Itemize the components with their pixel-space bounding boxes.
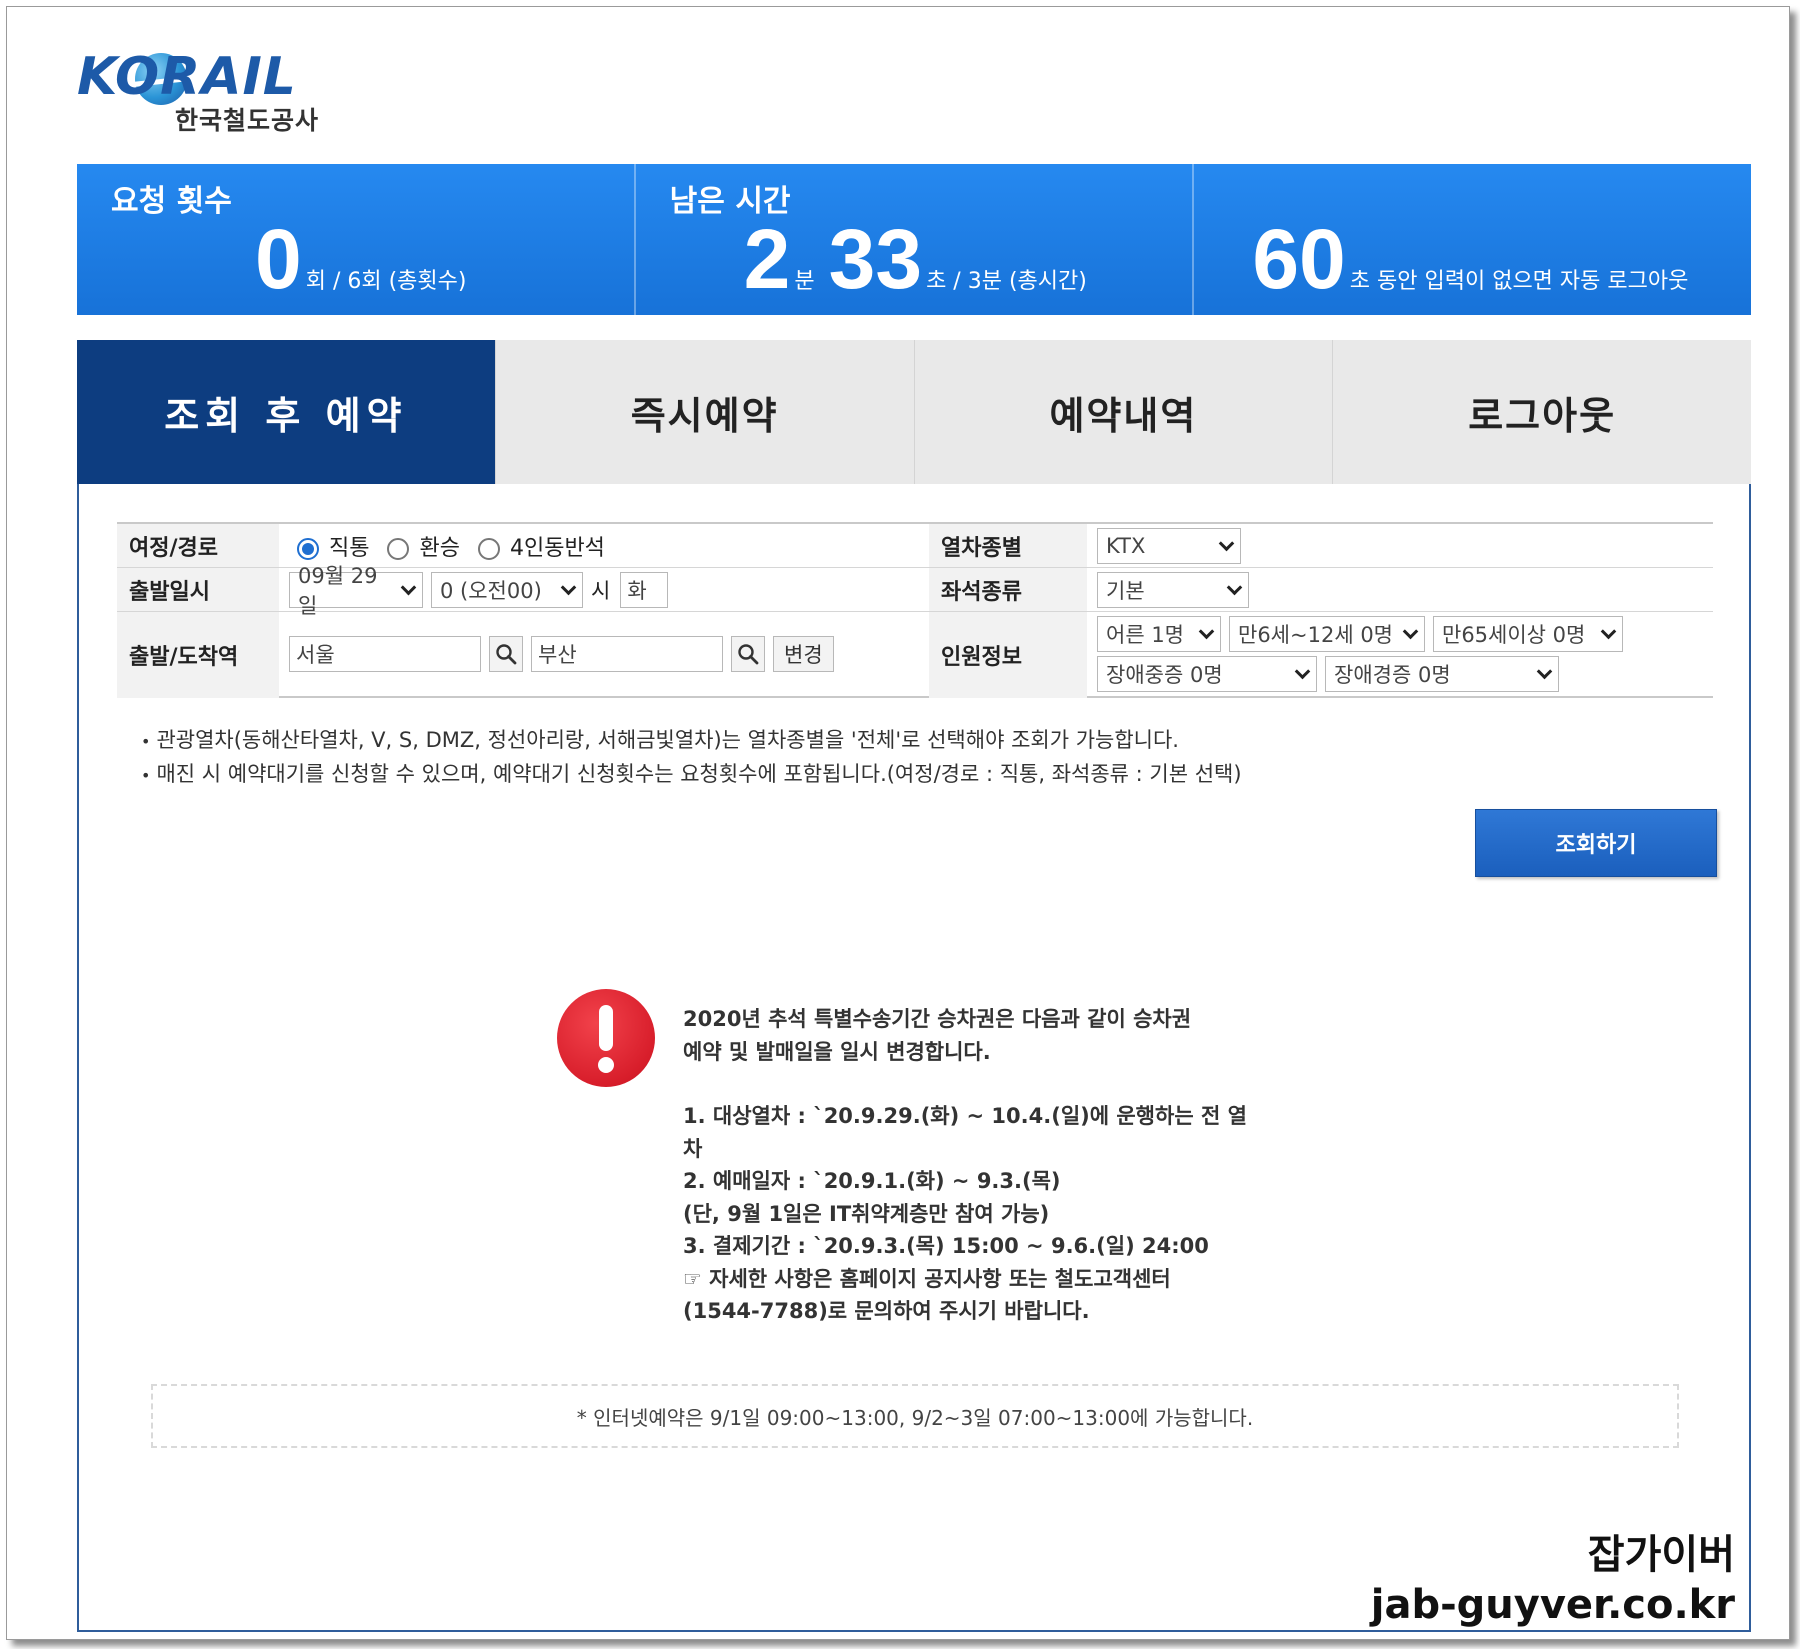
chevron-down-icon: [1294, 663, 1311, 679]
departure-station-input[interactable]: 서울: [289, 636, 481, 672]
page-frame: KORAIL 한국철도공사 요청 횟수 0 회 / 6회 (총횟수) 남은 시간…: [6, 6, 1790, 1640]
radio-selected-icon: [297, 538, 319, 560]
search-notes: 관광열차(동해산타열차, V, S, DMZ, 정선아리랑, 서해금빛열차)는 …: [141, 724, 1242, 792]
route-group4-radio[interactable]: 4인동반석: [477, 530, 605, 562]
route-transfer-radio[interactable]: 환승: [387, 530, 460, 562]
main-tabs: 조회 후 예약 즉시예약 예약내역 로그아웃: [77, 340, 1751, 484]
chevron-down-icon: [1218, 535, 1235, 551]
search-icon: [738, 644, 759, 665]
request-count-unit: 회 / 6회 (총횟수): [305, 269, 467, 294]
swap-stations-button[interactable]: 변경: [773, 636, 834, 672]
chevron-down-icon: [1226, 579, 1243, 595]
chevron-down-icon: [1536, 663, 1553, 679]
remaining-minutes: 2: [743, 212, 791, 306]
chevron-down-icon: [1600, 623, 1617, 639]
chevron-down-icon: [400, 579, 417, 595]
tab-reservation-history[interactable]: 예약내역: [915, 340, 1334, 484]
disabled-mild-select[interactable]: 장애경증 0명: [1325, 656, 1559, 692]
train-type-label: 열차종별: [929, 524, 1087, 567]
idle-timeout-text: 초 동안 입력이 없으면 자동 로그아웃: [1349, 269, 1689, 294]
chuseok-notice: 2020년 추석 특별수송기간 승차권은 다음과 같이 승차권 예약 및 발매일…: [557, 989, 1337, 1329]
remaining-time-stat: 남은 시간 2 분 33 초 / 3분 (총시간): [636, 164, 1195, 315]
idle-timeout-stat: 60 초 동안 입력이 없으면 자동 로그아웃: [1194, 164, 1751, 315]
korail-logo[interactable]: KORAIL 한국철도공사: [77, 47, 347, 137]
seconds-unit: 초 / 3분 (총시간): [926, 269, 1087, 294]
watermark-korean: 잡가이버: [1587, 1532, 1735, 1578]
arrival-search-button[interactable]: [731, 636, 765, 672]
watermark-url: jab-guyver.co.kr: [1370, 1582, 1735, 1628]
radio-icon: [387, 538, 410, 560]
search-icon: [496, 644, 517, 665]
watermark: 잡가이버 jab-guyver.co.kr: [1371, 1522, 1735, 1628]
chevron-down-icon: [1402, 623, 1419, 639]
seat-type-label: 좌석종류: [929, 568, 1087, 611]
request-count-value: 0: [255, 212, 302, 306]
adult-count-select[interactable]: 어른 1명: [1097, 616, 1221, 652]
hour-suffix: 시: [591, 579, 611, 603]
tab-search-reserve[interactable]: 조회 후 예약: [77, 340, 496, 484]
request-count-stat: 요청 횟수 0 회 / 6회 (총횟수): [77, 164, 636, 315]
alert-icon: [557, 989, 655, 1087]
passenger-info-label: 인원정보: [929, 612, 1087, 698]
train-type-select[interactable]: KTX: [1097, 528, 1241, 564]
session-stats-bar: 요청 횟수 0 회 / 6회 (총횟수) 남은 시간 2 분 33 초 / 3분…: [77, 164, 1751, 315]
search-button[interactable]: 조회하기: [1475, 809, 1717, 877]
idle-timeout-value: 60: [1252, 212, 1346, 306]
arrival-station-input[interactable]: 부산: [531, 636, 723, 672]
date-label: 출발일시: [117, 568, 279, 611]
remaining-seconds: 33: [828, 212, 923, 306]
tab-logout[interactable]: 로그아웃: [1333, 340, 1751, 484]
senior-count-select[interactable]: 만65세이상 0명: [1433, 616, 1623, 652]
date-select[interactable]: 09월 29일: [289, 564, 423, 618]
disabled-severe-select[interactable]: 장애중증 0명: [1097, 656, 1317, 692]
route-direct-radio[interactable]: 직통: [297, 530, 369, 562]
note-tourist-train: 관광열차(동해산타열차, V, S, DMZ, 정선아리랑, 서해금빛열차)는 …: [141, 724, 1242, 758]
search-form: 여정/경로 직통 환승 4인동반석 열차종별 KTX 출발일시 09월 29일 …: [117, 522, 1713, 698]
note-waitlist: 매진 시 예약대기를 신청할 수 있으며, 예약대기 신청횟수는 요청횟수에 포…: [141, 758, 1241, 792]
search-panel: 여정/경로 직통 환승 4인동반석 열차종별 KTX 출발일시 09월 29일 …: [77, 484, 1751, 1632]
radio-icon: [477, 538, 500, 560]
logo-subtitle: 한국철도공사: [175, 106, 320, 135]
weekday-field: 화: [620, 572, 669, 608]
time-select[interactable]: 0 (오전00): [431, 572, 583, 608]
minutes-unit: 분: [794, 269, 815, 294]
child-count-select[interactable]: 만6세~12세 0명: [1229, 616, 1425, 652]
request-count-title: 요청 횟수: [111, 184, 232, 219]
station-label: 출발/도착역: [117, 612, 279, 698]
logo-wordmark: KORAIL: [77, 47, 297, 107]
chevron-down-icon: [560, 579, 577, 595]
route-label: 여정/경로: [117, 524, 279, 567]
tab-instant-reserve[interactable]: 즉시예약: [496, 340, 915, 484]
chevron-down-icon: [1198, 623, 1215, 639]
internet-reservation-note: * 인터넷예약은 9/1일 09:00~13:00, 9/2~3일 07:00~…: [151, 1384, 1679, 1448]
departure-search-button[interactable]: [489, 636, 523, 672]
seat-type-select[interactable]: 기본: [1097, 572, 1249, 608]
notice-text: 2020년 추석 특별수송기간 승차권은 다음과 같이 승차권 예약 및 발매일…: [683, 1007, 1247, 1323]
